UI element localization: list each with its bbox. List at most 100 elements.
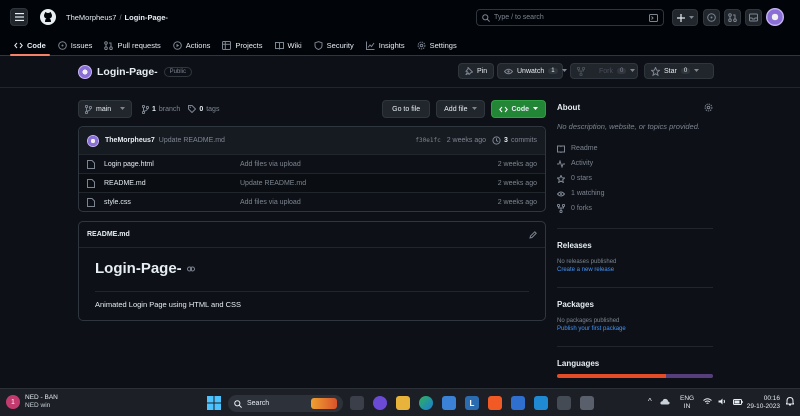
- menu-button[interactable]: [10, 8, 28, 26]
- repo-name[interactable]: Login-Page-: [97, 66, 158, 78]
- commit-author-avatar: [87, 134, 99, 147]
- commit-message[interactable]: Update README.md: [159, 137, 225, 144]
- clock[interactable]: 00:16 29-10-2023: [742, 395, 780, 411]
- search-input[interactable]: Type / to search: [476, 9, 664, 26]
- github-logo-icon[interactable]: [40, 9, 56, 25]
- user-avatar[interactable]: [766, 8, 784, 26]
- owner-link[interactable]: TheMorpheus7: [66, 13, 116, 22]
- brave-browser-icon[interactable]: [488, 396, 502, 410]
- tab-actions[interactable]: Actions: [167, 34, 217, 56]
- fork-button[interactable]: Fork 0: [570, 63, 638, 79]
- language-indicator[interactable]: ENG IN: [680, 395, 694, 411]
- star-button[interactable]: Star 0: [644, 63, 714, 79]
- file-explorer-icon[interactable]: [396, 396, 410, 410]
- readme-filename[interactable]: README.md: [87, 231, 130, 238]
- photos-icon[interactable]: [511, 396, 525, 410]
- pin-icon: [465, 67, 473, 75]
- commits-link[interactable]: 3 commits: [492, 136, 537, 145]
- quick-settings[interactable]: [703, 398, 743, 405]
- hamburger-icon: [14, 13, 24, 21]
- branch-select[interactable]: main: [78, 100, 132, 118]
- activity-link-label: Activity: [571, 160, 594, 167]
- link-icon[interactable]: [186, 266, 195, 272]
- tab-wiki[interactable]: Wiki: [269, 34, 308, 56]
- tag-word: tags: [206, 105, 220, 113]
- tab-issues[interactable]: Issues: [52, 34, 99, 56]
- gear-icon[interactable]: [704, 103, 713, 112]
- file-row[interactable]: README.md Update README.md 2 weeks ago: [79, 173, 545, 192]
- tab-security[interactable]: Security: [308, 34, 360, 56]
- store-icon[interactable]: [442, 396, 456, 410]
- file-commit-message[interactable]: Add files via upload: [240, 199, 301, 206]
- tab-settings[interactable]: Settings: [411, 34, 463, 56]
- pencil-icon[interactable]: [529, 230, 537, 239]
- issues-button[interactable]: [703, 9, 720, 26]
- windows-start-icon[interactable]: [207, 396, 221, 410]
- repo-header-divider: [0, 87, 800, 88]
- file-name[interactable]: style.css: [104, 199, 230, 206]
- stars-link-label: 0 stars: [571, 175, 593, 182]
- repo-link[interactable]: Login-Page-: [125, 13, 168, 22]
- commit-sha[interactable]: f30e1fc: [415, 137, 440, 144]
- search-highlight-icon: [311, 398, 337, 409]
- languages-section: Languages: [557, 359, 713, 378]
- file-name[interactable]: Login page.html: [104, 161, 230, 168]
- tab-insights[interactable]: Insights: [360, 34, 411, 56]
- commit-author[interactable]: TheMorpheus7: [105, 137, 155, 144]
- pin-button[interactable]: Pin: [458, 63, 495, 79]
- tab-pull-requests[interactable]: Pull requests: [98, 34, 166, 56]
- taskbar-search[interactable]: Search: [228, 395, 343, 412]
- publish-package-link[interactable]: Publish your first package: [557, 326, 713, 332]
- sidebar: About No description, website, or topics…: [557, 100, 713, 388]
- readme-link[interactable]: Readme: [557, 141, 713, 156]
- file-name[interactable]: README.md: [104, 180, 230, 187]
- add-file-button[interactable]: Add file: [436, 100, 485, 118]
- forks-link[interactable]: 0 forks: [557, 201, 713, 216]
- tags-link[interactable]: 0 tags: [188, 105, 219, 113]
- branches-link[interactable]: 1 branch: [142, 104, 180, 114]
- tab-code[interactable]: Code: [8, 34, 52, 56]
- app-l-icon[interactable]: L: [465, 396, 479, 410]
- github-header: TheMorpheus7 / Login-Page- Type / to sea…: [0, 0, 800, 56]
- star-count: 0: [680, 68, 691, 74]
- inbox-button[interactable]: [745, 9, 762, 26]
- vscode-icon[interactable]: [534, 396, 548, 410]
- cloud-icon[interactable]: [660, 398, 670, 405]
- language-bar: [557, 374, 713, 378]
- edge-browser-icon[interactable]: [419, 396, 433, 410]
- create-new-button[interactable]: [672, 9, 698, 26]
- tab-wiki-label: Wiki: [287, 40, 302, 50]
- unwatch-button[interactable]: Unwatch 1: [497, 63, 567, 79]
- go-to-file-button[interactable]: Go to file: [382, 100, 431, 118]
- top-bar: TheMorpheus7 / Login-Page- Type / to sea…: [0, 0, 800, 34]
- file-commit-message[interactable]: Add files via upload: [240, 161, 301, 168]
- history-icon: [492, 136, 501, 145]
- file-row[interactable]: style.css Add files via upload 2 weeks a…: [79, 192, 545, 211]
- chevron-down-icon: [694, 69, 700, 73]
- file-row[interactable]: Login page.html Add files via upload 2 w…: [79, 154, 545, 173]
- stars-link[interactable]: 0 stars: [557, 171, 713, 186]
- tab-projects[interactable]: Projects: [216, 34, 268, 56]
- branch-icon: [85, 104, 92, 114]
- code-toolbar: main 1 branch 0 tags Go to file Add file…: [78, 100, 546, 118]
- windows-taskbar: 1 NED - BAN NED win Search L ^ ENG IN 00…: [0, 388, 800, 416]
- packages-title[interactable]: Packages: [557, 300, 713, 309]
- tab-actions-label: Actions: [185, 40, 211, 50]
- file-commit-message[interactable]: Update README.md: [240, 180, 306, 187]
- weather-widget[interactable]: 1 NED - BAN NED win: [6, 394, 58, 410]
- app-window-icon[interactable]: [580, 396, 594, 410]
- code-dropdown-button[interactable]: Code: [490, 100, 546, 118]
- releases-title[interactable]: Releases: [557, 241, 713, 250]
- teams-chat-icon[interactable]: [373, 396, 387, 410]
- app-window-icon[interactable]: [557, 396, 571, 410]
- search-placeholder: Type / to search: [494, 14, 544, 21]
- create-release-link[interactable]: Create a new release: [557, 267, 713, 273]
- watchers-link[interactable]: 1 watching: [557, 186, 713, 201]
- notification-bell-icon[interactable]: [786, 397, 794, 406]
- pull-requests-button[interactable]: [724, 9, 741, 26]
- task-view-icon[interactable]: [350, 396, 364, 410]
- chevron-up-icon[interactable]: ^: [648, 397, 652, 406]
- activity-link[interactable]: Activity: [557, 156, 713, 171]
- command-palette-icon[interactable]: [649, 13, 658, 22]
- pin-label: Pin: [477, 67, 488, 75]
